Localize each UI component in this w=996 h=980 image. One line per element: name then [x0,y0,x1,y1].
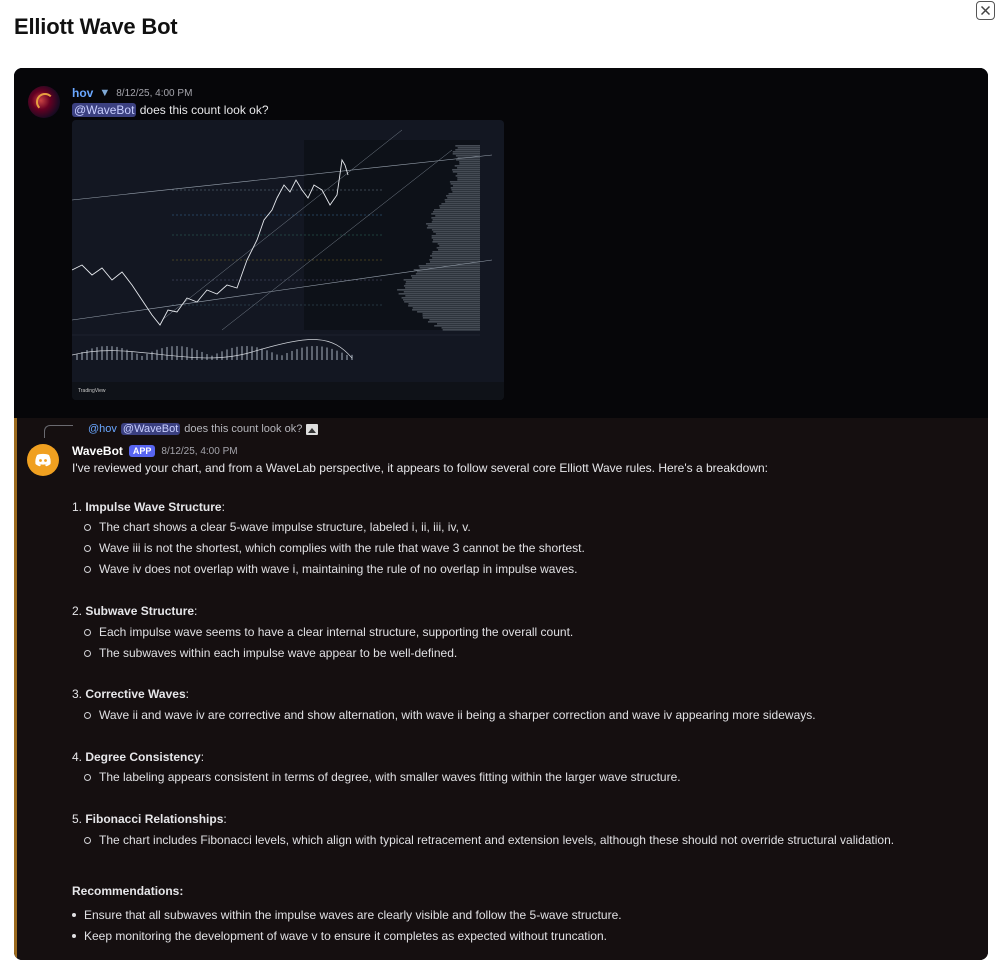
author-name[interactable]: hov [72,86,93,100]
reply-text: does this count look ok? [184,423,302,435]
reply-preview[interactable]: @hov @WaveBot does this count look ok? [88,423,318,435]
message-header: hov ▼ 8/12/25, 4:00 PM [72,86,192,100]
list-item: Ensure that all subwaves within the impu… [72,908,622,922]
list-item: The chart includes Fibonacci levels, whi… [84,833,894,847]
discord-icon [34,453,52,467]
section-heading: 4. Degree Consistency: [72,750,204,764]
app-badge: APP [129,445,156,457]
image-icon [306,424,318,435]
bot-message-header: WaveBot APP 8/12/25, 4:00 PM [72,444,238,458]
list-item: Wave ii and wave iv are corrective and s… [84,708,816,722]
reply-author[interactable]: @hov [88,423,117,435]
list-item: The chart shows a clear 5-wave impulse s… [84,520,471,534]
user-avatar[interactable] [28,86,60,118]
intro-text: I've reviewed your chart, and from a Wav… [72,461,768,475]
chat-panel: hov ▼ 8/12/25, 4:00 PM @WaveBot does thi… [14,68,988,960]
role-icon: ▼ [99,87,110,99]
message-text: @WaveBot does this count look ok? [72,103,269,117]
list-item: The subwaves within each impulse wave ap… [84,646,457,660]
close-button[interactable] [976,1,995,20]
chart-attachment[interactable]: TradingView [72,120,504,400]
mention[interactable]: @WaveBot [72,103,136,117]
section-heading: 3. Corrective Waves: [72,687,189,701]
attachment-brand: TradingView [78,388,106,394]
page-title: Elliott Wave Bot [14,14,177,40]
chart-image [72,120,504,400]
bot-avatar[interactable] [27,444,59,476]
list-item: Wave iv does not overlap with wave i, ma… [84,562,577,576]
list-item: Each impulse wave seems to have a clear … [84,625,573,639]
timestamp: 8/12/25, 4:00 PM [161,446,237,457]
list-item: Keep monitoring the development of wave … [72,929,607,943]
section-heading: 1. Impulse Wave Structure: [72,500,225,514]
reply-line [44,425,73,438]
reply-mention[interactable]: @WaveBot [121,423,180,435]
bot-author-name[interactable]: WaveBot [72,444,123,458]
section-heading: 5. Fibonacci Relationships: [72,812,227,826]
list-item: Wave iii is not the shortest, which comp… [84,541,585,555]
list-item: The labeling appears consistent in terms… [84,770,681,784]
section-heading: 2. Subwave Structure: [72,604,197,618]
recommendations-heading: Recommendations: [72,884,183,898]
close-icon [980,5,991,16]
timestamp: 8/12/25, 4:00 PM [116,88,192,99]
